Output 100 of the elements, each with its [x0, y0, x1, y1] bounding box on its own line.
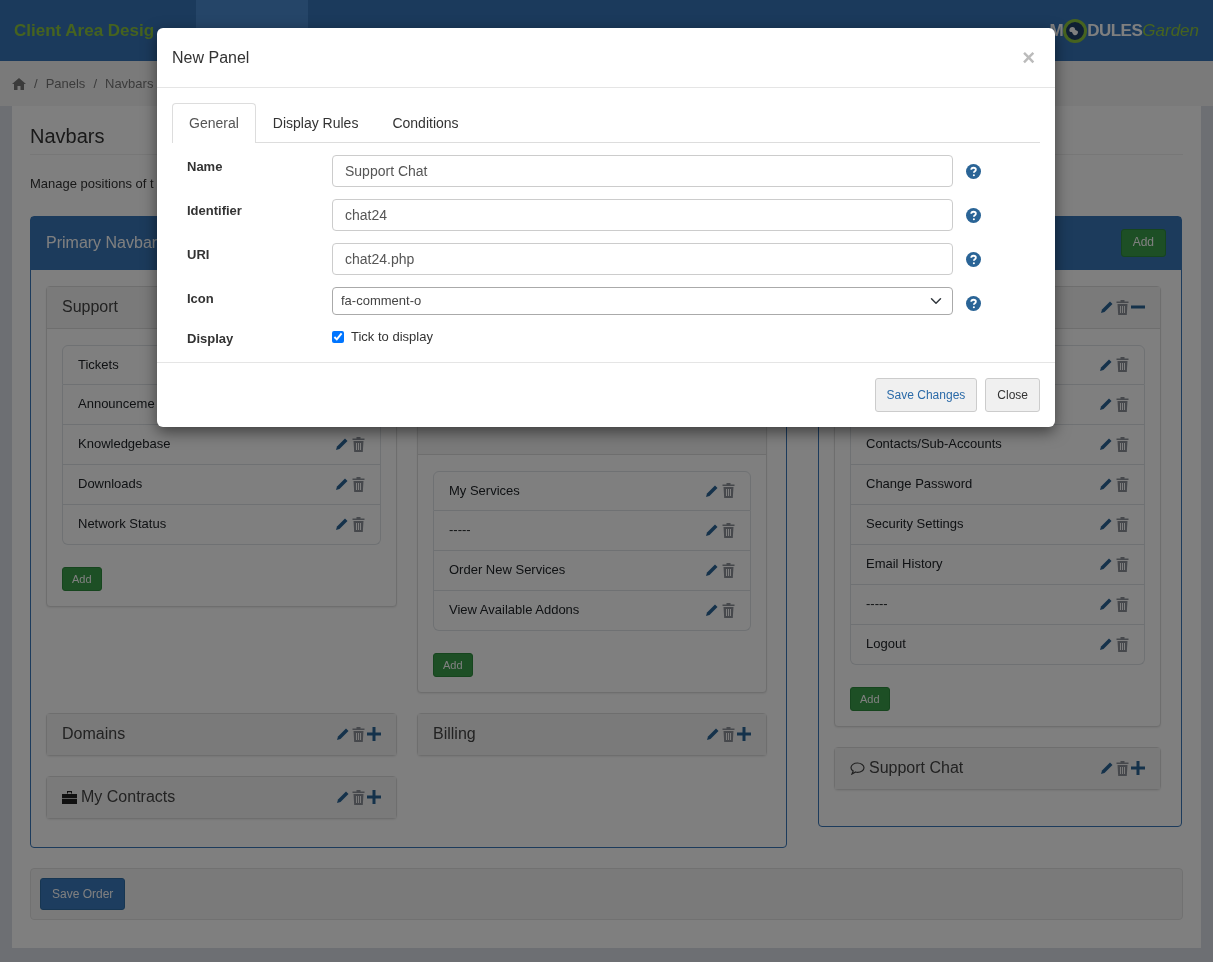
help-icon[interactable] — [966, 164, 981, 179]
pencil-icon[interactable] — [1099, 597, 1113, 611]
menu-item-label: My Services — [449, 481, 520, 500]
trash-icon[interactable] — [722, 726, 735, 742]
menu-item-row[interactable]: My Services — [433, 470, 751, 511]
briefcase-icon — [62, 790, 77, 804]
pencil-icon[interactable] — [705, 563, 719, 577]
panel-title: Support — [62, 297, 119, 317]
trash-icon[interactable] — [1116, 436, 1129, 452]
save-order-button[interactable]: Save Order — [40, 877, 126, 910]
checkbox[interactable] — [332, 330, 344, 343]
pencil-icon[interactable] — [705, 483, 719, 498]
pencil-icon[interactable] — [705, 523, 719, 537]
plus-icon[interactable] — [1131, 761, 1145, 776]
speech-bubble-icon — [850, 761, 865, 775]
menu-item-label: Knowledgebase — [78, 435, 171, 454]
menu-item-row[interactable]: Network Status — [62, 504, 381, 545]
panel-header[interactable]: My Contracts — [47, 776, 396, 818]
menu-item-row[interactable]: ----- — [850, 584, 1145, 625]
trash-icon[interactable] — [722, 522, 735, 538]
pencil-icon[interactable] — [1100, 300, 1114, 314]
menu-item-label: View Available Addons — [449, 601, 580, 620]
trash-icon[interactable] — [352, 789, 365, 805]
field-label: Name — [187, 158, 224, 176]
pencil-icon[interactable] — [336, 727, 350, 742]
pencil-icon[interactable] — [1099, 477, 1113, 491]
home-icon[interactable] — [12, 77, 26, 90]
plus-icon[interactable] — [367, 727, 381, 742]
tab[interactable]: General — [172, 103, 256, 143]
trash-icon[interactable] — [352, 476, 365, 492]
trash-icon[interactable] — [352, 726, 365, 742]
input-field[interactable]: Support Chat — [332, 155, 953, 187]
trash-icon[interactable] — [1116, 357, 1129, 372]
trash-icon[interactable] — [1116, 516, 1129, 532]
plus-icon[interactable] — [737, 727, 751, 742]
panel-header[interactable]: Billing — [418, 713, 766, 755]
menu-item-row[interactable]: Logout — [850, 624, 1145, 665]
input-field[interactable]: chat24 — [332, 199, 953, 231]
close-modal-button[interactable]: Close — [985, 377, 1040, 412]
pencil-icon[interactable] — [335, 477, 349, 491]
menu-item-row[interactable]: View Available Addons — [433, 590, 751, 631]
breadcrumb-link[interactable]: Navbars — [105, 73, 154, 94]
menu-item-row[interactable]: Email History — [850, 544, 1145, 585]
pencil-icon[interactable] — [706, 727, 720, 742]
menu-item-label: ----- — [449, 521, 471, 540]
logo-text: DULES — [1087, 19, 1143, 42]
plus-icon[interactable] — [367, 790, 381, 805]
trash-icon[interactable] — [1116, 760, 1129, 776]
menu-item-row[interactable]: Downloads — [62, 464, 381, 505]
panel-title: Billing — [433, 724, 476, 745]
breadcrumb-separator: / — [34, 74, 38, 93]
menu-item-row[interactable]: Security Settings — [850, 504, 1145, 545]
add-button[interactable]: Add — [433, 652, 473, 677]
globe-icon — [1063, 18, 1088, 43]
breadcrumb-separator: / — [93, 74, 97, 93]
trash-icon[interactable] — [1116, 556, 1129, 572]
add-button[interactable]: Add — [1120, 229, 1166, 257]
save-changes-button[interactable]: Save Changes — [874, 377, 978, 412]
menu-item-row[interactable]: Order New Services — [433, 550, 751, 591]
panel-header[interactable]: Support Chat — [835, 747, 1160, 789]
trash-icon[interactable] — [352, 516, 365, 532]
checkbox-label: Tick to display — [351, 328, 433, 346]
help-icon[interactable] — [966, 252, 981, 267]
menu-item-label: ----- — [866, 595, 888, 614]
trash-icon[interactable] — [1116, 636, 1129, 652]
menu-item-row[interactable]: Contacts/Sub-Accounts — [850, 424, 1145, 465]
trash-icon[interactable] — [352, 436, 365, 452]
select-field[interactable]: fa-comment-o — [332, 287, 953, 315]
help-icon[interactable] — [966, 208, 981, 223]
add-button[interactable]: Add — [850, 686, 890, 711]
help-icon[interactable] — [966, 296, 981, 311]
breadcrumb-link[interactable]: Panels — [45, 73, 86, 94]
input-field[interactable]: chat24.php — [332, 243, 953, 275]
menu-item-label: Order New Services — [449, 561, 566, 580]
trash-icon[interactable] — [722, 483, 735, 498]
pencil-icon[interactable] — [335, 517, 349, 531]
field-label: Identifier — [187, 202, 243, 220]
pencil-icon[interactable] — [1099, 357, 1113, 372]
trash-icon[interactable] — [1116, 476, 1129, 492]
trash-icon[interactable] — [1116, 396, 1129, 412]
pencil-icon[interactable] — [336, 790, 350, 805]
menu-item-row[interactable]: Knowledgebase — [62, 424, 381, 465]
trash-icon[interactable] — [1116, 299, 1129, 315]
pencil-icon[interactable] — [1099, 397, 1113, 411]
trash-icon[interactable] — [722, 602, 735, 618]
menu-item-label: Tickets — [78, 355, 119, 374]
panel-header[interactable]: Domains — [47, 713, 396, 755]
pencil-icon[interactable] — [1100, 761, 1114, 776]
trash-icon[interactable] — [722, 562, 735, 578]
add-button[interactable]: Add — [62, 566, 102, 591]
menu-item-label: Logout — [866, 635, 906, 654]
menu-item-row[interactable]: Change Password — [850, 464, 1145, 505]
pencil-icon[interactable] — [1099, 557, 1113, 571]
pencil-icon[interactable] — [335, 437, 349, 451]
pencil-icon[interactable] — [1099, 517, 1113, 531]
menu-item-row[interactable]: ----- — [433, 510, 751, 551]
pencil-icon[interactable] — [1099, 637, 1113, 651]
pencil-icon[interactable] — [705, 603, 719, 617]
trash-icon[interactable] — [1116, 596, 1129, 612]
pencil-icon[interactable] — [1099, 437, 1113, 451]
